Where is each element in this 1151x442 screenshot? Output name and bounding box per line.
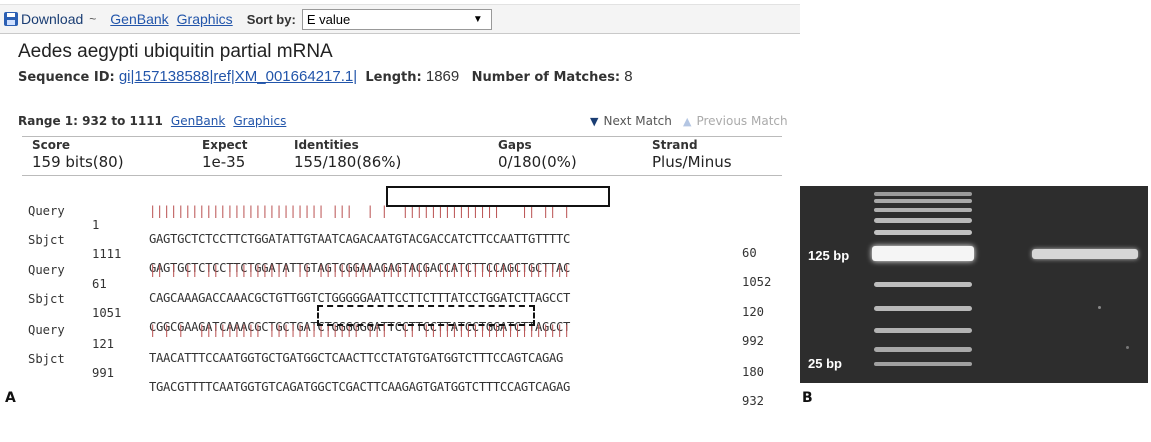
ladder-band bbox=[874, 199, 972, 203]
up-triangle-icon: ▲ bbox=[683, 114, 692, 128]
ladder-band bbox=[874, 230, 972, 235]
row-sequence: GAGTGCTCTCCTTCTGGATATTGTAATCAGACAATGTACG… bbox=[149, 232, 571, 246]
dropdown-arrow-icon: ▼ bbox=[472, 13, 483, 25]
stat-header: Score bbox=[32, 138, 71, 152]
next-match-label: Next Match bbox=[603, 114, 672, 128]
ladder-band bbox=[874, 347, 972, 352]
stat-identities: Identities 155/180(86%) bbox=[294, 138, 401, 171]
row-end: 60 bbox=[742, 246, 757, 260]
seq-id-label: Sequence ID: bbox=[18, 70, 115, 85]
sample-band bbox=[1032, 249, 1138, 259]
sequence-alignment: Query 1 GAGTGCTCTCCTTCTGGATATTGTAATCAGAC… bbox=[28, 186, 771, 442]
floppy-disk-icon bbox=[4, 12, 18, 26]
row-start: 61 bbox=[92, 277, 107, 291]
gel-speck bbox=[1098, 306, 1101, 309]
row-end: 992 bbox=[742, 334, 765, 348]
row-sequence: TGACGTTTTCAATGGTGTCAGATGGCTCGACTTCAAGAGT… bbox=[149, 380, 571, 394]
stat-value: Plus/Minus bbox=[652, 153, 732, 171]
stat-expect: Expect 1e-35 bbox=[202, 138, 248, 171]
ladder-band bbox=[874, 306, 972, 311]
sort-select-value: E value bbox=[306, 11, 351, 27]
record-title: Aedes aegypti ubiquitin partial mRNA bbox=[18, 41, 333, 62]
length-label: Length: bbox=[365, 70, 422, 85]
range-label: Range 1: 932 to 1111 bbox=[18, 114, 163, 128]
row-start: 1 bbox=[92, 218, 100, 232]
next-match-link[interactable]: ▼ Next Match bbox=[590, 114, 672, 128]
stat-header: Strand bbox=[652, 138, 698, 152]
previous-match-link[interactable]: ▲ Previous Match bbox=[683, 114, 788, 128]
row-label: Query bbox=[28, 323, 65, 337]
download-label: Download bbox=[21, 11, 84, 27]
stat-value: 1e-35 bbox=[202, 153, 246, 171]
sequence-info-line: Sequence ID: gi|157138588|ref|XM_0016642… bbox=[18, 68, 633, 85]
sort-label: Sort by: bbox=[246, 11, 296, 27]
stat-header: Expect bbox=[202, 138, 248, 152]
download-menu[interactable]: Download ~ bbox=[4, 11, 96, 27]
sbjct-row: Sbjct 991 TGACGTTTTCAATGGTGTCAGATGGCTCGA… bbox=[28, 338, 764, 422]
row-start: 121 bbox=[92, 337, 115, 351]
row-sequence: CAGCAAAGACCAAACGCTGTTGGTCTGGGGGAATTCCTTC… bbox=[149, 291, 571, 305]
row-sequence: TAACATTTCCAATGGTGCTGATGGCTCAACTTCCTATGTG… bbox=[149, 351, 564, 365]
row-start: 991 bbox=[92, 366, 115, 380]
ladder-band bbox=[874, 208, 972, 212]
ladder-band-125bp bbox=[872, 246, 974, 261]
row-label: Sbjct bbox=[28, 233, 65, 247]
stat-header: Identities bbox=[294, 138, 359, 152]
panel-label-b: B bbox=[802, 390, 813, 406]
row-end: 1052 bbox=[742, 275, 772, 289]
row-label: Query bbox=[28, 204, 65, 218]
forward-primer-box bbox=[386, 186, 610, 207]
gel-image: 125 bp 25 bp bbox=[800, 186, 1148, 383]
toolbar: Download ~ GenBank Graphics Sort by: E v… bbox=[0, 4, 800, 34]
match-line: || | || || ||||||||| || |||||||| |||||||… bbox=[149, 263, 571, 277]
row-end: 932 bbox=[742, 394, 765, 408]
stat-gaps: Gaps 0/180(0%) bbox=[498, 138, 577, 171]
row-start: 1111 bbox=[92, 247, 122, 261]
ladder-band bbox=[874, 218, 972, 223]
panel-label-a: A bbox=[5, 390, 16, 406]
down-triangle-icon: ▼ bbox=[590, 114, 599, 128]
graphics-link[interactable]: Graphics bbox=[177, 11, 233, 27]
row-start: 1051 bbox=[92, 306, 122, 320]
row-label: Sbjct bbox=[28, 352, 65, 366]
matches-label: Number of Matches: bbox=[471, 70, 621, 85]
stat-value: 0/180(0%) bbox=[498, 153, 577, 171]
seq-id-link[interactable]: gi|157138588|ref|XM_001664217.1| bbox=[119, 68, 357, 85]
marker-label-125bp: 125 bp bbox=[808, 248, 850, 263]
row-end: 120 bbox=[742, 305, 765, 319]
stat-strand: Strand Plus/Minus bbox=[652, 138, 732, 171]
chevron-down-icon: ~ bbox=[89, 12, 97, 26]
alignment-stats: Score 159 bits(80) Expect 1e-35 Identiti… bbox=[22, 136, 782, 176]
range-genbank-link[interactable]: GenBank bbox=[171, 114, 225, 128]
reverse-primer-box bbox=[317, 305, 535, 326]
previous-match-label: Previous Match bbox=[696, 114, 788, 128]
genbank-link[interactable]: GenBank bbox=[110, 11, 168, 27]
row-end: 180 bbox=[742, 365, 765, 379]
stat-value: 159 bits(80) bbox=[32, 153, 124, 171]
ladder-band bbox=[874, 192, 972, 196]
blast-alignment-panel: Download ~ GenBank Graphics Sort by: E v… bbox=[0, 0, 800, 410]
sort-select[interactable]: E value ▼ bbox=[301, 8, 492, 30]
range-bar: Range 1: 932 to 1111 GenBank Graphics ▼ … bbox=[18, 112, 800, 130]
gel-speck bbox=[1126, 346, 1129, 349]
matches-value: 8 bbox=[624, 68, 633, 85]
ladder-band bbox=[874, 362, 972, 366]
row-label: Query bbox=[28, 263, 65, 277]
range-graphics-link[interactable]: Graphics bbox=[233, 114, 286, 128]
ladder-band bbox=[874, 282, 972, 287]
ladder-band bbox=[874, 328, 972, 333]
row-label: Sbjct bbox=[28, 292, 65, 306]
marker-label-25bp: 25 bp bbox=[808, 356, 842, 371]
length-value: 1869 bbox=[425, 68, 460, 85]
stat-header: Gaps bbox=[498, 138, 532, 152]
stat-score: Score 159 bits(80) bbox=[32, 138, 124, 171]
stat-value: 155/180(86%) bbox=[294, 153, 402, 171]
